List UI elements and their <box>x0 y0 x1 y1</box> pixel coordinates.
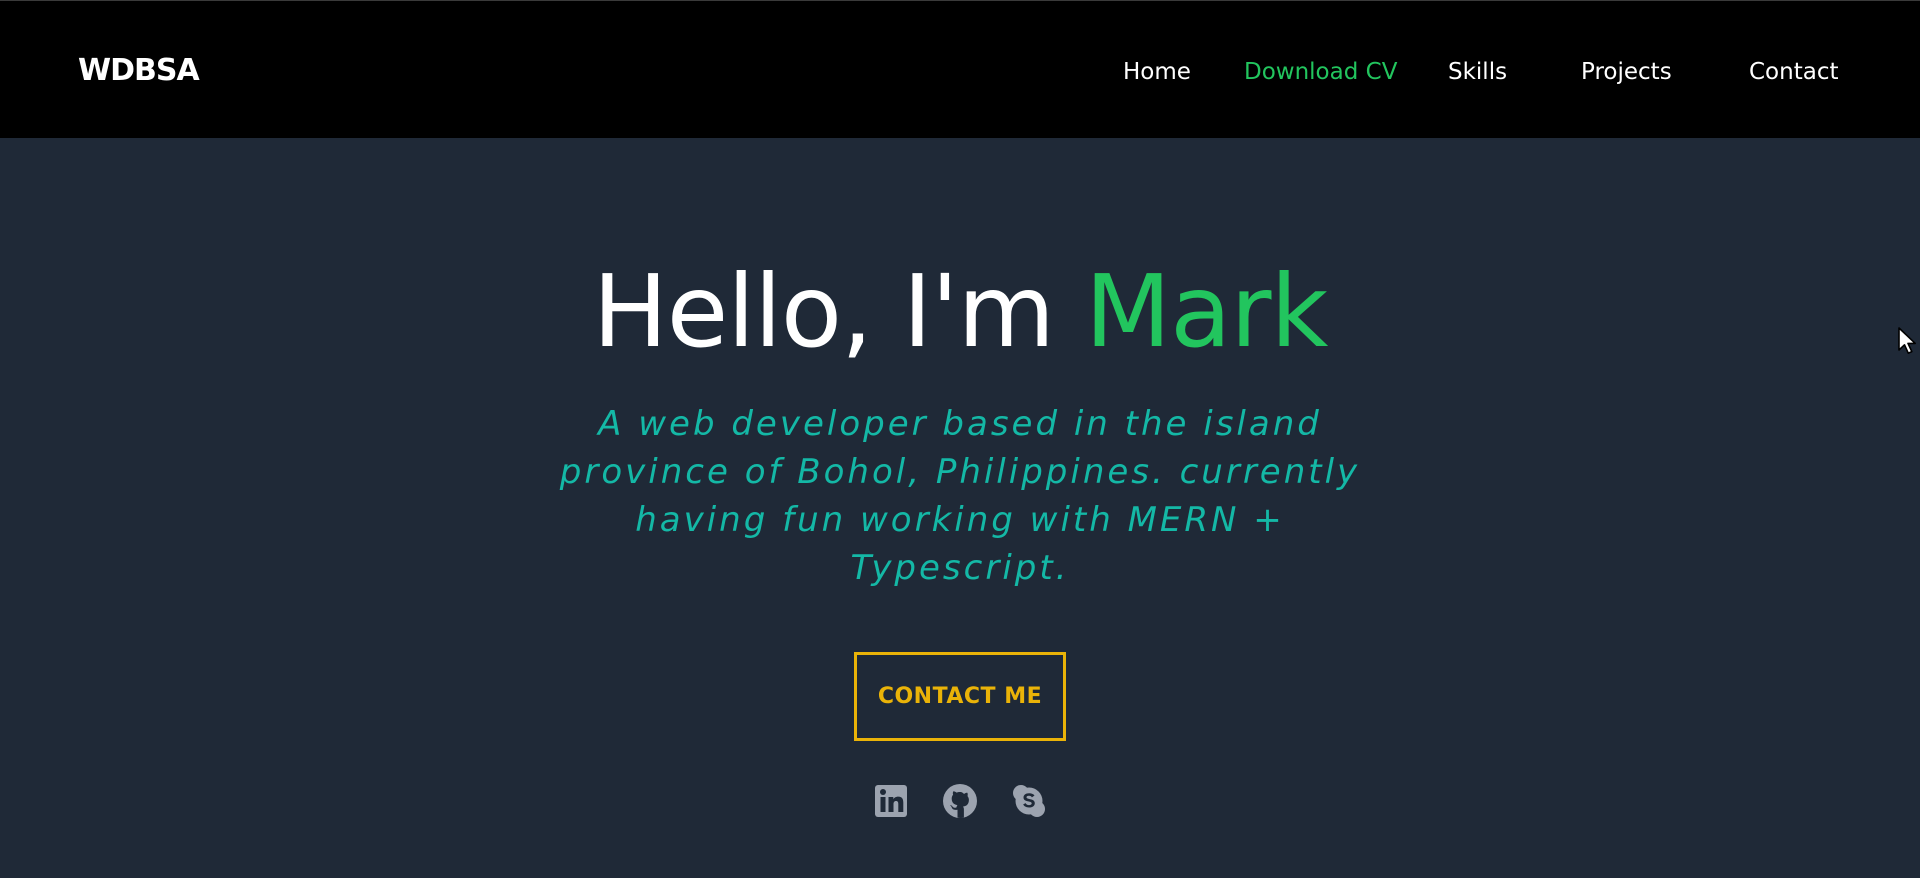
linkedin-icon[interactable] <box>873 783 909 819</box>
nav-home-link[interactable]: Home <box>1123 56 1191 88</box>
navbar: WDBSA Home Download CV Skills Projects C… <box>0 0 1920 138</box>
nav-skills-link[interactable]: Skills <box>1448 56 1507 88</box>
contact-me-button[interactable]: CONTACT ME <box>854 652 1066 741</box>
hero-greeting: Hello, I'm <box>592 253 1055 370</box>
nav-projects-link[interactable]: Projects <box>1581 56 1672 88</box>
nav-contact-link[interactable]: Contact <box>1749 56 1838 88</box>
site-logo[interactable]: WDBSA <box>78 51 200 91</box>
mouse-cursor-icon <box>1897 326 1919 358</box>
github-icon[interactable] <box>942 783 978 819</box>
nav-download-cv-link[interactable]: Download CV <box>1244 56 1397 88</box>
hero-subtitle: A web developer based in the island prov… <box>559 404 1361 588</box>
skype-icon[interactable] <box>1011 783 1047 819</box>
hero-name: Mark <box>1084 253 1329 370</box>
hero-title: Hello, I'm Mark <box>0 252 1920 372</box>
